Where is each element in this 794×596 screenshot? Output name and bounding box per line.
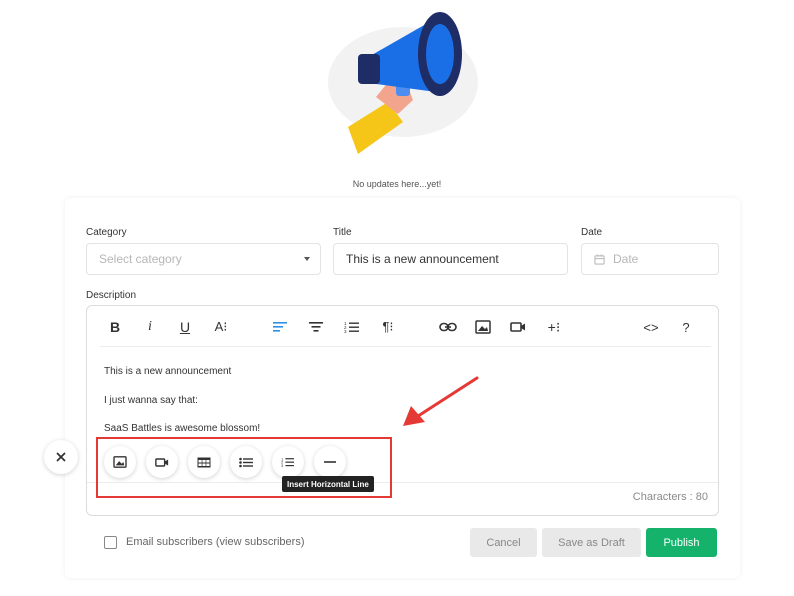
- align-left-icon: [273, 322, 287, 332]
- align-center-icon: [309, 322, 323, 332]
- ordered-list-button[interactable]: 123: [341, 316, 363, 338]
- empty-state-message: No updates here...yet!: [352, 179, 442, 189]
- category-placeholder: Select category: [99, 252, 182, 266]
- save-as-draft-button[interactable]: Save as Draft: [542, 528, 641, 557]
- editor-line: SaaS Battles is awesome blossom!: [104, 423, 261, 434]
- date-input[interactable]: Date: [581, 243, 719, 275]
- description-label: Description: [86, 290, 137, 301]
- toolbar-divider: [100, 346, 711, 347]
- close-quick-insert-button[interactable]: [44, 440, 78, 474]
- svg-text:3: 3: [344, 329, 347, 334]
- editor-line: I just wanna say that:: [104, 395, 198, 406]
- align-left-button[interactable]: [269, 316, 291, 338]
- megaphone-illustration: [328, 12, 478, 154]
- insert-image-button[interactable]: [472, 316, 494, 338]
- email-subscribers-checkbox[interactable]: [104, 536, 117, 549]
- paragraph-format-button[interactable]: ¶⁝: [377, 316, 399, 338]
- align-center-button[interactable]: [305, 316, 327, 338]
- code-view-button[interactable]: <>: [640, 316, 662, 338]
- bold-button[interactable]: B: [104, 316, 126, 338]
- link-icon: [439, 322, 457, 332]
- italic-button[interactable]: i: [139, 316, 161, 338]
- cancel-button[interactable]: Cancel: [470, 528, 537, 557]
- title-label: Title: [333, 227, 352, 238]
- chevron-down-icon: [304, 257, 310, 261]
- editor-line: This is a new announcement: [104, 366, 232, 377]
- title-input[interactable]: This is a new announcement: [333, 243, 568, 275]
- annotation-highlight-box: [96, 437, 392, 498]
- publish-button[interactable]: Publish: [646, 528, 717, 557]
- annotation-arrow: [403, 376, 479, 426]
- font-size-button[interactable]: A⁝: [210, 316, 232, 338]
- insert-video-button[interactable]: [507, 316, 529, 338]
- announcement-page: No updates here...yet! Category Title Da…: [0, 0, 794, 596]
- category-select[interactable]: Select category: [86, 243, 321, 275]
- video-icon: [510, 322, 525, 332]
- help-button[interactable]: ?: [675, 316, 697, 338]
- underline-button[interactable]: U: [174, 316, 196, 338]
- date-placeholder: Date: [613, 252, 639, 266]
- more-insert-button[interactable]: +⁝: [543, 316, 565, 338]
- image-icon: [475, 320, 491, 334]
- date-label: Date: [581, 227, 603, 238]
- email-subscribers-label[interactable]: Email subscribers (view subscribers): [126, 536, 305, 548]
- close-icon: [56, 452, 66, 462]
- insert-link-button[interactable]: [437, 316, 459, 338]
- category-label: Category: [86, 227, 127, 238]
- title-value: This is a new announcement: [346, 252, 499, 266]
- character-count: Characters : 80: [632, 491, 708, 503]
- ordered-list-icon: 123: [344, 321, 359, 334]
- calendar-icon: [594, 253, 605, 265]
